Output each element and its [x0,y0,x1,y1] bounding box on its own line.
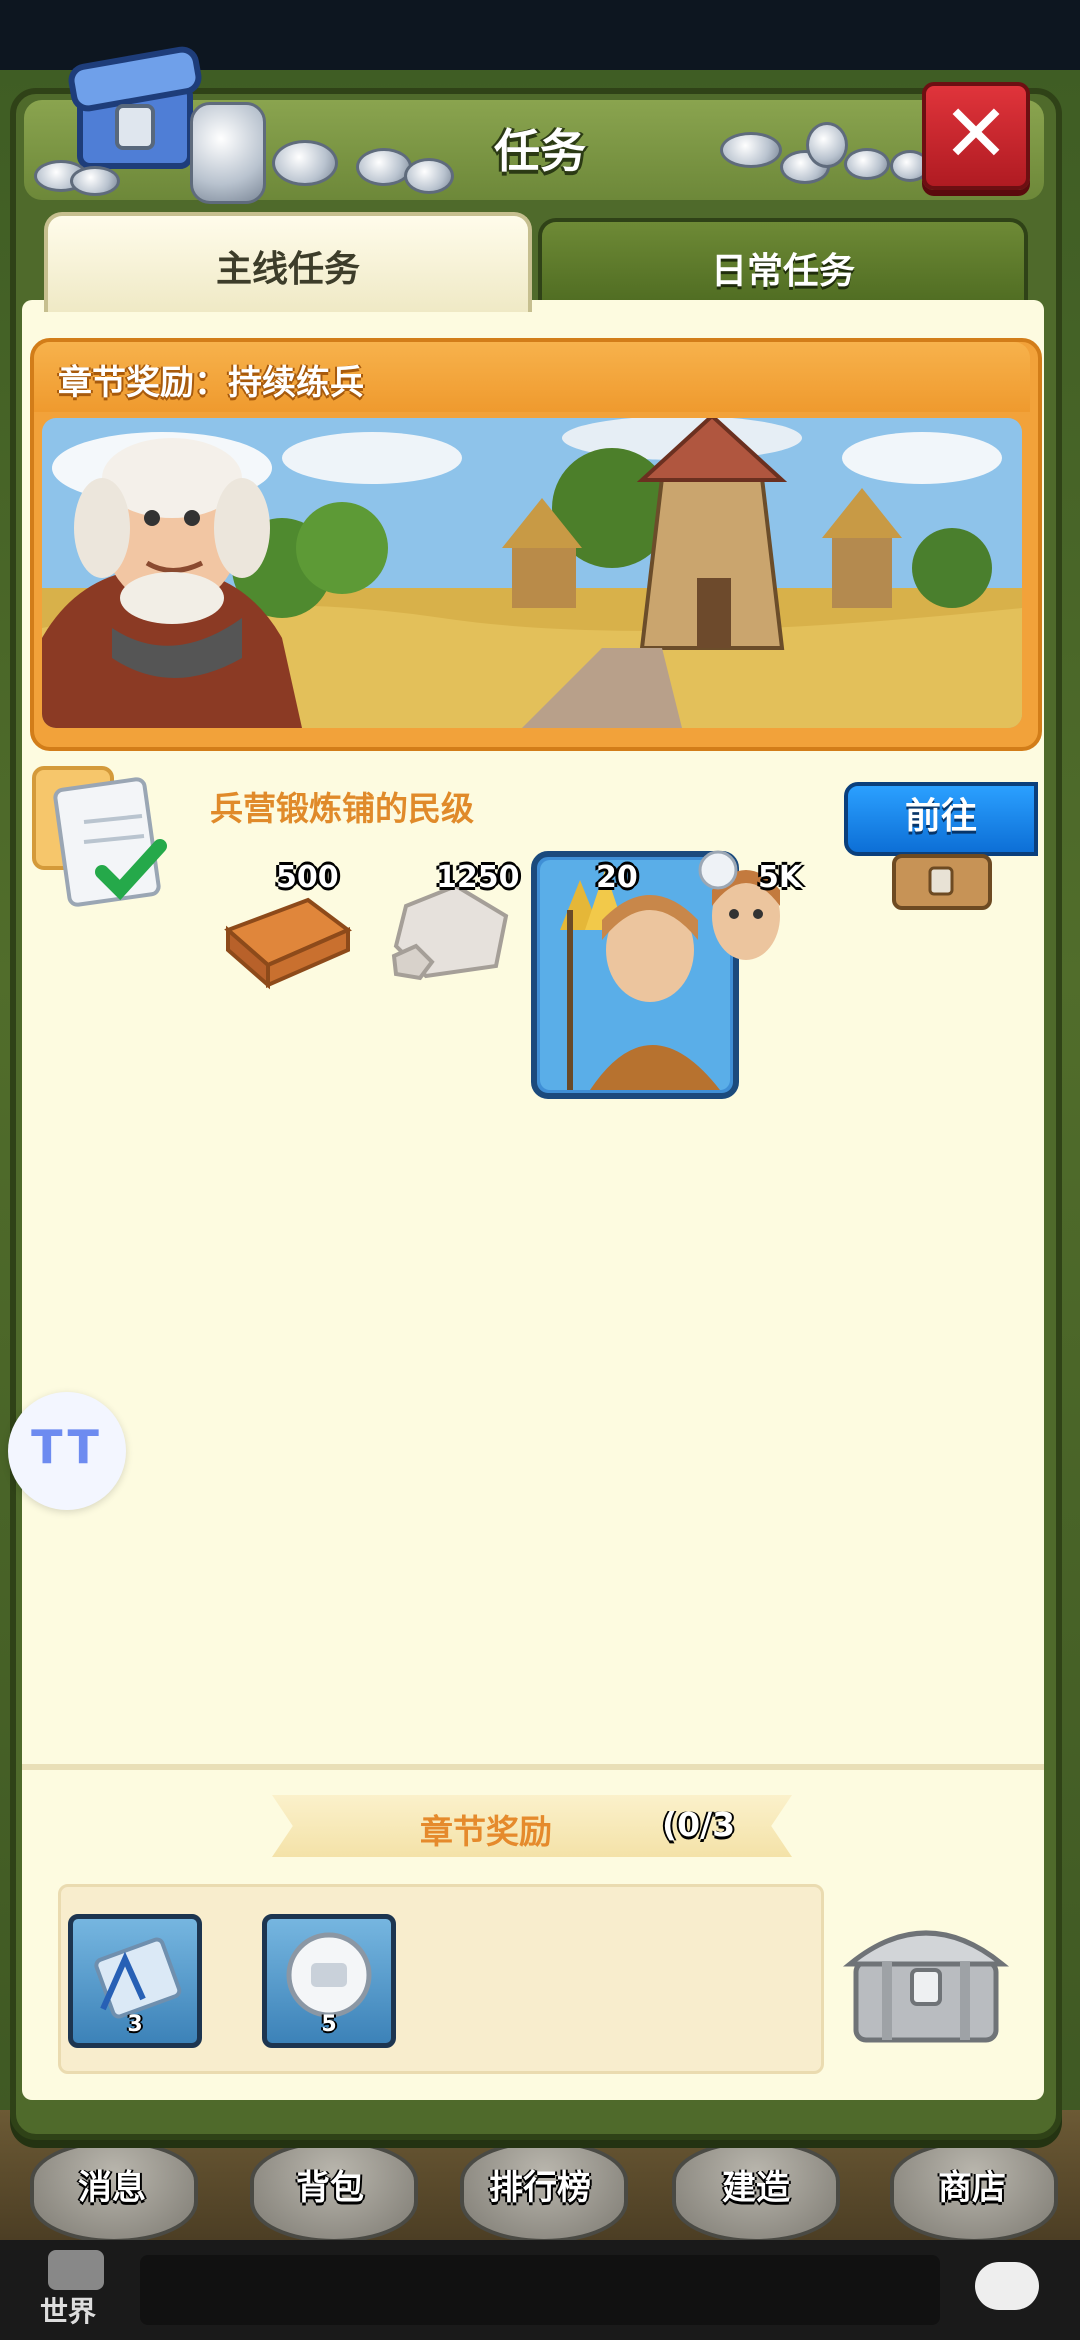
section-divider [22,1764,1044,1770]
chapter-chest-icon[interactable] [842,1906,1010,2046]
reward-slot-count: 3 [127,2012,143,2037]
goto-label: 前往 [904,796,977,837]
reward-count-villager: 5K [758,860,803,895]
nav-label-ranking: 排行榜 [489,2168,591,2208]
nav-label-build: 建造 [722,2168,790,2208]
tab-label: 主线任务 [215,249,360,290]
world-chat-icon[interactable] [48,2250,104,2290]
nav-label-messages: 消息 [78,2168,146,2208]
goto-button[interactable]: 前往 [844,782,1038,856]
task-clipboard-icon [32,766,167,907]
world-chat-label: 世界 [40,2295,97,2328]
task-name: 兵营锻炼铺的民级 [210,789,474,828]
chapter-rewards-progress: (0/3 [662,1805,736,1844]
close-x-icon: ✕ [942,87,1010,180]
reward-count-farmer: 20 [596,860,638,895]
wooden-chest-icon [892,854,992,910]
nav-label-bag: 背包 [296,2168,364,2208]
reward-count-stone: 1250 [436,860,520,895]
chapter-rewards-title: 章节奖励 [420,1812,552,1851]
tab-daily-tasks[interactable]: 日常任务 [538,218,1028,308]
reward-slot-silver-coin[interactable]: 5 [262,1914,396,2048]
tab-main-tasks[interactable]: 主线任务 [44,212,532,312]
chapter-illustration [42,418,1022,728]
tab-label: 日常任务 [710,251,855,292]
assistant-bubble-button[interactable]: TT [8,1392,126,1510]
chapter-title: 章节奖励：持续练兵 [58,363,364,403]
close-button[interactable]: ✕ [922,82,1030,190]
chat-bubble-icon[interactable] [975,2262,1039,2310]
dialog-title: 任务 [494,124,586,178]
reward-slot-count: 5 [321,2012,337,2037]
nav-label-shop: 商店 [938,2168,1006,2208]
reward-slot-blueprint[interactable]: 3 [68,1914,202,2048]
reward-count-wood: 500 [276,860,339,895]
chat-input[interactable] [140,2255,940,2325]
assistant-label: TT [31,1420,103,1474]
